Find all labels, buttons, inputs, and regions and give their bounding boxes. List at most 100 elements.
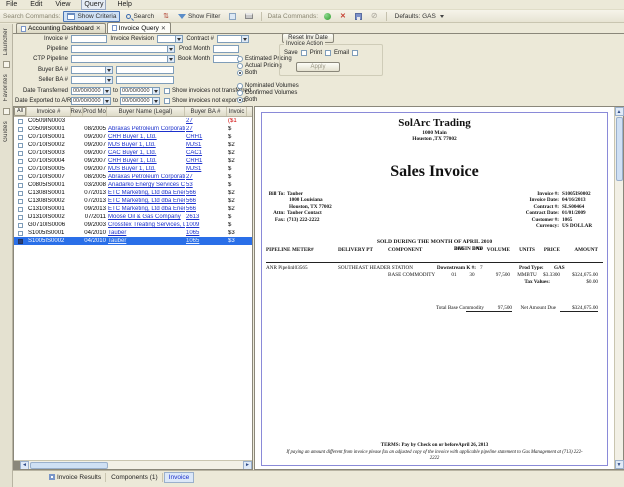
header-invoice[interactable]: Invoice # bbox=[27, 107, 71, 116]
buyer-name-link[interactable]: Tauber bbox=[108, 238, 126, 244]
search-button[interactable]: Search bbox=[123, 12, 157, 21]
email-checkbox[interactable] bbox=[352, 50, 358, 56]
ctp-pipeline-combo[interactable] bbox=[71, 55, 175, 63]
row-checkbox[interactable] bbox=[18, 215, 23, 220]
tab-accounting-dashboard[interactable]: Accounting Dashboard bbox=[16, 23, 106, 33]
scrollbar-thumb[interactable] bbox=[616, 117, 623, 181]
seller-ba-combo[interactable] bbox=[71, 76, 113, 84]
table-row[interactable]: C0710IS000708/2005Abraxas Petroleum Corp… bbox=[14, 173, 252, 181]
date-transferred-from[interactable]: 00/00/0000 bbox=[71, 87, 111, 95]
date-exported-to[interactable]: 00/00/0000 bbox=[120, 97, 160, 105]
table-row[interactable]: C0710IS000109/2007CRH Buyer 1, Ltd.CRH1$ bbox=[14, 133, 252, 141]
buyer-ba-link[interactable]: MJS1 bbox=[186, 166, 201, 172]
book-month-input[interactable] bbox=[213, 55, 239, 63]
buyer-ba-link[interactable]: 27 bbox=[186, 118, 193, 124]
nominated-volumes-radio[interactable] bbox=[237, 83, 243, 89]
buyer-ba-link[interactable]: 53 bbox=[186, 182, 193, 188]
table-row[interactable]: C0710IS000409/2007CRH Buyer 1, Ltd.CRH1$… bbox=[14, 157, 252, 165]
close-icon[interactable] bbox=[96, 25, 101, 32]
buyer-ba-link[interactable]: 566 bbox=[186, 198, 196, 204]
buyer-name-link[interactable]: Crosstex Treating Services, L.P. bbox=[108, 222, 185, 228]
table-row[interactable]: C0710IS000509/2007MJS Buyer 1, Ltd.MJS1$ bbox=[14, 165, 252, 173]
sidebar-item-guides[interactable]: Guides bbox=[3, 121, 9, 142]
pipeline-combo[interactable] bbox=[71, 45, 175, 53]
table-row[interactable]: G0710IS000609/2003Crosstex Treating Serv… bbox=[14, 221, 252, 229]
date-exported-from[interactable]: 00/00/0000 bbox=[71, 97, 111, 105]
date-transferred-to[interactable]: 00/00/0000 bbox=[120, 87, 160, 95]
buyer-ba-link[interactable]: 566 bbox=[186, 206, 196, 212]
row-checkbox[interactable] bbox=[18, 151, 23, 156]
buyer-ba-link[interactable]: 27 bbox=[186, 174, 193, 180]
buyer-ba-link[interactable]: 27 bbox=[186, 126, 193, 132]
table-row[interactable]: C1308IS000107/2013ETC Marketing, Ltd dba… bbox=[14, 189, 252, 197]
close-icon[interactable] bbox=[161, 25, 166, 32]
scrollbar-thumb[interactable] bbox=[30, 462, 108, 469]
buyer-name-link[interactable]: MJS Buyer 1, Ltd. bbox=[108, 166, 156, 172]
menu-view[interactable]: View bbox=[53, 0, 72, 9]
buyer-ba-combo[interactable] bbox=[71, 66, 113, 74]
buyer-name-link[interactable]: ETC Marketing, Ltd dba Energy Transfer bbox=[108, 206, 185, 212]
header-buyer-name[interactable]: Buyer Name (Legal) bbox=[107, 107, 185, 116]
buyer-name-link[interactable]: ETC Marketing, Ltd dba Energy Transfer bbox=[108, 198, 185, 204]
save-checkbox[interactable] bbox=[301, 50, 307, 56]
scroll-up-icon[interactable]: ▲ bbox=[615, 107, 624, 116]
row-checkbox[interactable] bbox=[18, 167, 23, 172]
sidebar-item-favorites[interactable]: Favorites bbox=[3, 74, 9, 101]
buyer-ba-name-input[interactable] bbox=[116, 66, 174, 74]
header-prod-mo[interactable]: Prod Mo bbox=[83, 107, 107, 116]
header-rev[interactable]: Rev. bbox=[71, 107, 83, 116]
tab-components[interactable]: Components (1) bbox=[107, 473, 163, 482]
pricing-both-radio[interactable] bbox=[237, 70, 243, 76]
table-row[interactable]: C1308IS000207/2013ETC Marketing, Ltd dba… bbox=[14, 197, 252, 205]
buyer-ba-link[interactable]: CAC1 bbox=[186, 150, 202, 156]
print-button[interactable] bbox=[242, 12, 256, 20]
seller-ba-name-input[interactable] bbox=[116, 76, 174, 84]
row-checkbox[interactable] bbox=[18, 135, 23, 140]
table-row[interactable]: C0805IS000103/2008Anadarko Energy Servic… bbox=[14, 181, 252, 189]
row-checkbox[interactable] bbox=[18, 127, 23, 132]
row-checkbox[interactable] bbox=[18, 231, 23, 236]
header-invoice-amount[interactable]: Invoic bbox=[227, 107, 247, 116]
prod-month-input[interactable] bbox=[213, 45, 239, 53]
show-not-transferred-checkbox[interactable] bbox=[164, 88, 170, 94]
delete-button[interactable]: ✕ bbox=[337, 12, 349, 21]
menu-query[interactable]: Query bbox=[81, 0, 106, 10]
buyer-ba-link[interactable]: 1065 bbox=[186, 238, 199, 244]
apply-button[interactable]: Apply bbox=[296, 62, 340, 72]
sort-button[interactable]: ⇅ bbox=[160, 12, 172, 21]
buyer-ba-link[interactable]: 2613 bbox=[186, 214, 199, 220]
row-checkbox[interactable] bbox=[18, 191, 23, 196]
menu-file[interactable]: File bbox=[4, 0, 19, 9]
sidebar-item-launcher[interactable]: Launcher bbox=[3, 28, 9, 55]
scroll-right-icon[interactable]: ► bbox=[243, 461, 252, 470]
buyer-ba-link[interactable]: 1065 bbox=[186, 230, 199, 236]
tab-invoice-results[interactable]: Invoice Results bbox=[45, 473, 106, 482]
invoice-revision-combo[interactable] bbox=[157, 35, 183, 43]
scroll-down-icon[interactable]: ▼ bbox=[615, 460, 624, 469]
buyer-name-link[interactable]: Moose Oil & Gas Company bbox=[108, 214, 181, 220]
show-filter-button[interactable]: Show Filter bbox=[175, 12, 224, 21]
buyer-name-link[interactable]: CAC Buyer 1, Ltd. bbox=[108, 150, 156, 156]
show-criteria-button[interactable]: Show Criteria bbox=[63, 11, 120, 22]
menu-help[interactable]: Help bbox=[115, 0, 133, 9]
buyer-ba-link[interactable]: CRH1 bbox=[186, 158, 202, 164]
row-checkbox[interactable] bbox=[18, 175, 23, 180]
select-all-button[interactable]: All bbox=[14, 107, 26, 116]
row-checkbox[interactable] bbox=[18, 119, 23, 124]
buyer-ba-link[interactable]: 566 bbox=[186, 190, 196, 196]
table-row[interactable]: C0710IS000309/2007CAC Buyer 1, Ltd.CAC1$… bbox=[14, 149, 252, 157]
buyer-name-link[interactable]: ETC Marketing, Ltd dba Energy Transfer bbox=[108, 190, 185, 196]
tab-invoice[interactable]: Invoice bbox=[164, 472, 195, 483]
volumes-both-radio[interactable] bbox=[237, 97, 243, 103]
confirmed-volumes-radio[interactable] bbox=[237, 90, 243, 96]
table-row[interactable]: S1005IS000104/2010Tauber1065$3 bbox=[14, 229, 252, 237]
table-row[interactable]: C0509IN000327($1 bbox=[14, 117, 252, 125]
buyer-name-link[interactable]: CRH Buyer 1, Ltd. bbox=[108, 158, 157, 164]
table-row[interactable]: C0710IS000209/2007MJS Buyer 1, Ltd.MJS1$… bbox=[14, 141, 252, 149]
cancel-button[interactable]: ⊘ bbox=[368, 11, 381, 21]
row-checkbox[interactable] bbox=[18, 239, 23, 244]
table-row[interactable]: C1310IS000109/2013ETC Marketing, Ltd dba… bbox=[14, 205, 252, 213]
row-checkbox[interactable] bbox=[18, 223, 23, 228]
contract-number-combo[interactable] bbox=[217, 35, 249, 43]
table-row[interactable]: C0509IS000108/2005Abraxas Petroleum Corp… bbox=[14, 125, 252, 133]
